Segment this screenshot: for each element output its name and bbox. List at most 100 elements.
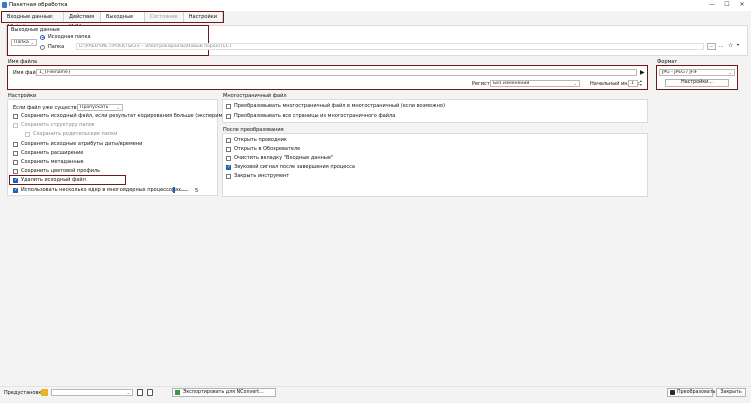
radio-folder-label: Папка — [48, 44, 65, 50]
app-icon — [2, 2, 7, 8]
checkbox-icon — [226, 103, 231, 109]
title-bar: Пакетная обработка — ☐ ✕ — [0, 0, 751, 11]
close-window-button[interactable]: ✕ — [736, 1, 748, 8]
close-button[interactable]: Закрыть — [716, 388, 746, 397]
tab-output-data[interactable]: Выходные данные — [101, 12, 145, 30]
checkbox-icon — [25, 131, 30, 137]
checkbox-icon — [13, 150, 18, 156]
exists-value: Пропускать — [80, 105, 109, 110]
option-label: Преобразовывать многостраничный файл в м… — [234, 103, 445, 109]
browse-folder-button[interactable]: ... — [707, 43, 716, 50]
option-keep-folder-structure: Сохранить структуру папок — [13, 122, 95, 128]
option-keep-color-profile[interactable]: Сохранить цветовой профиль — [13, 168, 100, 174]
format-settings-button[interactable]: Настройки... — [665, 79, 729, 87]
option-label: Сохранить расширение — [21, 150, 84, 156]
convert-label: Преобразовать — [677, 390, 716, 395]
option-keep-extension[interactable]: Сохранить расширение — [13, 150, 83, 156]
option-label: Преобразовывать все страницы из многостр… — [234, 113, 396, 119]
option-open-explorer[interactable]: Открыть проводник — [226, 137, 287, 143]
convert-button[interactable]: Преобразовать — [667, 388, 716, 397]
option-sound-signal[interactable]: Звуковой сигнал после завершения процесс… — [226, 164, 355, 170]
checkbox-icon — [226, 137, 231, 143]
checkbox-icon — [13, 113, 18, 119]
option-open-browser[interactable]: Открыть в Обозревателе — [226, 146, 300, 152]
output-mode-value: Папка — [14, 40, 29, 45]
option-label: Сохранить метаданные — [21, 159, 84, 165]
chevron-down-icon[interactable]: ▾ — [737, 42, 739, 47]
output-mode-select[interactable]: Папка ⌄ — [11, 39, 37, 46]
tab-status: Состояние — [145, 12, 184, 22]
output-section-title: Выходные данные — [11, 27, 60, 33]
export-nconvert-button[interactable]: Экспортировать для NConvert... — [172, 388, 276, 397]
checkbox-checked-icon — [13, 177, 18, 183]
option-close-tool[interactable]: Закрыть инструмент — [226, 173, 289, 179]
option-convert-all-pages[interactable]: Преобразовывать все страницы из многостр… — [226, 113, 395, 119]
tab-actions[interactable]: Действия [1/1] — [64, 12, 102, 30]
checkbox-icon — [13, 122, 18, 128]
radio-on-icon — [40, 34, 45, 40]
option-label: Сохранять исходные атрибуты даты/времени — [21, 141, 143, 147]
exists-select[interactable]: Пропускать ⌄ — [77, 104, 123, 111]
window-title: Пакетная обработка — [9, 2, 68, 8]
save-preset-icon[interactable] — [137, 389, 143, 396]
export-icon — [175, 390, 180, 395]
minimize-button[interactable]: — — [706, 1, 718, 8]
register-select[interactable]: Без изменений ⌄ — [490, 80, 580, 87]
delete-preset-icon[interactable] — [147, 389, 153, 396]
option-multicore[interactable]: Использовать несколько ядер в многоядерн… — [13, 187, 181, 193]
more-options-button[interactable]: ... — [719, 43, 724, 49]
checkbox-icon — [226, 173, 231, 179]
format-select[interactable]: JPG - JPEG / JFIF ⌄ — [659, 69, 735, 76]
option-label: Использовать несколько ядер в многоядерн… — [21, 187, 181, 193]
option-keep-original-if-larger[interactable]: Сохранить исходный файл, если результат … — [13, 113, 253, 119]
checkbox-icon — [13, 159, 18, 165]
option-delete-original[interactable]: Удалить исходный файл — [13, 177, 86, 183]
chevron-down-icon: ⌄ — [126, 390, 130, 395]
checkbox-checked-icon — [226, 164, 231, 170]
option-label: Открыть проводник — [234, 137, 287, 143]
folder-icon[interactable] — [41, 389, 48, 396]
checkbox-icon — [226, 146, 231, 152]
filename-input[interactable]: 1_{Filename} — [36, 69, 637, 76]
option-label: Сохранить исходный файл, если результат … — [21, 113, 254, 119]
cores-value: 5 — [195, 188, 199, 194]
option-clear-input-tab[interactable]: Очистить вкладку "Входные данные" — [226, 155, 333, 161]
start-index-input[interactable]: 1 — [628, 80, 638, 87]
output-folder-path[interactable]: D:\РАБОЧИЕ ПРОЕКТЫ\ЗЗ – Электрокарнизы\Н… — [76, 43, 704, 50]
option-label: Открыть в Обозревателе — [234, 146, 301, 152]
checkbox-checked-icon — [13, 187, 18, 193]
register-value: Без изменений — [493, 81, 530, 86]
option-multipage-to-multipage[interactable]: Преобразовывать многостраничный файл в м… — [226, 103, 445, 109]
option-label: Очистить вкладку "Входные данные" — [234, 155, 334, 161]
radio-off-icon — [40, 44, 45, 50]
option-label: Удалить исходный файл — [21, 177, 86, 183]
format-value: JPG - JPEG / JFIF — [662, 70, 698, 75]
chevron-down-icon: ⌄ — [573, 81, 577, 86]
tab-settings[interactable]: Настройки — [184, 12, 223, 22]
option-label: Звуковой сигнал после завершения процесс… — [234, 164, 355, 170]
option-label: Сохранить структуру папок — [21, 122, 95, 128]
radio-custom-folder[interactable]: Папка — [40, 44, 64, 50]
tab-input-data[interactable]: Входные данные: 12 файлов — [2, 12, 65, 30]
convert-icon — [670, 390, 675, 395]
maximize-button[interactable]: ☐ — [721, 1, 733, 8]
option-keep-metadata[interactable]: Сохранить метаданные — [13, 159, 84, 165]
option-label: Сохранить цветовой профиль — [21, 168, 101, 174]
favorite-star-icon[interactable]: ☆ — [728, 42, 733, 49]
play-icon[interactable]: ▶ — [640, 69, 645, 76]
option-label: Сохранить родительские папки — [33, 131, 118, 137]
chevron-down-icon: ⌄ — [30, 40, 34, 45]
tab-bar: Входные данные: 12 файлов Действия [1/1]… — [1, 11, 224, 30]
radio-source-folder[interactable]: Исходная папка — [40, 34, 91, 40]
start-index-spinner[interactable]: ▴ ▾ — [640, 79, 642, 87]
cores-slider-thumb[interactable] — [173, 187, 175, 193]
option-keep-date-attributes[interactable]: Сохранять исходные атрибуты даты/времени — [13, 141, 142, 147]
checkbox-icon — [13, 168, 18, 174]
presets-select[interactable]: ⌄ — [51, 389, 133, 396]
checkbox-icon — [226, 113, 231, 119]
export-label: Экспортировать для NConvert... — [183, 390, 264, 395]
radio-source-label: Исходная папка — [48, 34, 91, 40]
checkbox-icon — [226, 155, 231, 161]
option-keep-parent-folders: Сохранить родительские папки — [25, 131, 117, 137]
checkbox-icon — [13, 141, 18, 147]
